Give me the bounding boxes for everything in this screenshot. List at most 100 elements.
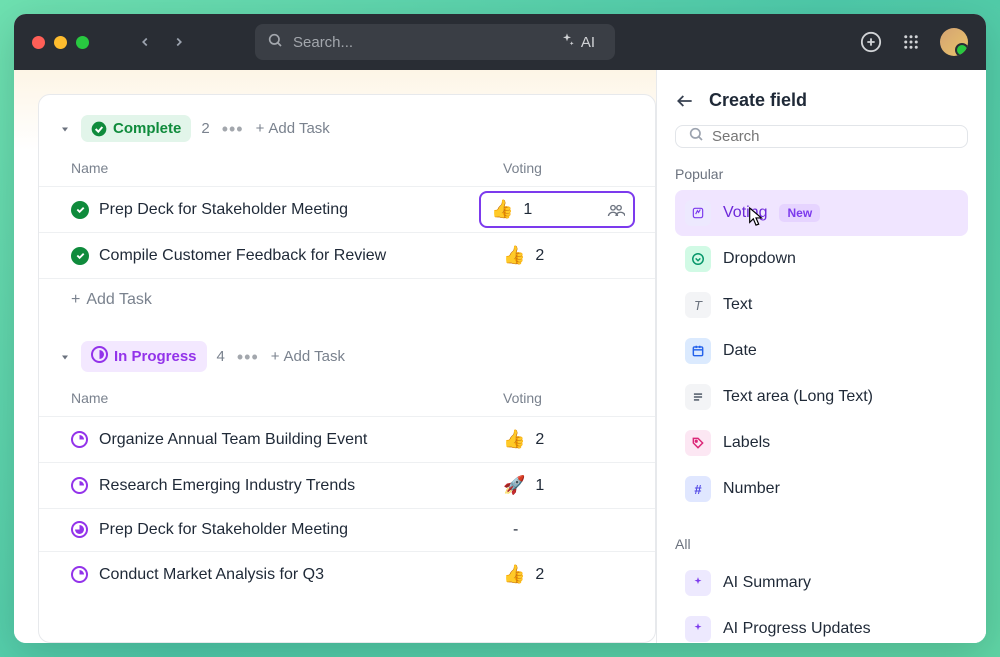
window-controls [32,36,89,49]
plus-icon: + [71,291,80,309]
field-type-label: AI Progress Updates [723,620,871,638]
titlebar: Search... AI [14,14,986,70]
collapse-toggle[interactable] [59,351,71,363]
close-window-button[interactable] [32,36,45,49]
field-search-input[interactable] [712,128,955,145]
task-row[interactable]: Compile Customer Feedback for Review 👍 2 [39,232,655,278]
field-type-ai-progress[interactable]: AI Progress Updates [675,606,968,643]
field-type-label: Text [723,296,752,314]
group-count: 2 [201,120,209,137]
group-menu-button[interactable]: ••• [235,348,261,366]
collapse-toggle[interactable] [59,123,71,135]
status-label: In Progress [114,348,197,365]
status-pill-complete[interactable]: Complete [81,115,191,142]
col-voting-header[interactable]: Voting [503,390,635,406]
col-voting-header[interactable]: Voting [503,160,635,176]
global-search[interactable]: Search... AI [255,24,615,60]
field-search[interactable] [675,125,968,148]
voting-cell[interactable]: 🚀 1 [503,475,635,496]
group-menu-button[interactable]: ••• [220,120,246,138]
panel-title: Create field [709,90,807,111]
text-field-icon: T [685,292,711,318]
add-task-button[interactable]: + Add Task [271,348,345,365]
task-row[interactable]: Prep Deck for Stakeholder Meeting - [39,508,655,551]
field-type-label: Number [723,480,780,498]
panel-header: Create field [675,90,968,111]
create-field-panel: Create field Popular Voting New [656,70,986,643]
back-button[interactable] [675,91,695,111]
ai-field-icon [685,570,711,596]
field-type-label: AI Summary [723,574,811,592]
task-name: Prep Deck for Stakeholder Meeting [99,201,479,219]
add-task-button[interactable]: + Add Task [256,120,330,137]
section-popular-label: Popular [675,166,968,182]
vote-emoji: 🚀 [503,475,525,496]
plus-icon: + [256,120,265,137]
new-badge: New [779,204,820,222]
vote-count: 1 [535,477,544,495]
field-type-label: Labels [723,434,770,452]
maximize-window-button[interactable] [76,36,89,49]
field-type-textarea[interactable]: Text area (Long Text) [675,374,968,420]
task-row[interactable]: Research Emerging Industry Trends 🚀 1 [39,462,655,508]
voting-field-icon [685,200,711,226]
progress-icon [71,477,89,495]
task-name: Research Emerging Industry Trends [99,477,503,495]
app-window: Search... AI [14,14,986,643]
field-type-label: Text area (Long Text) [723,388,873,406]
field-type-ai-summary[interactable]: AI Summary [675,560,968,606]
voting-cell[interactable]: 👍 1 [479,191,635,228]
task-name: Conduct Market Analysis for Q3 [99,566,503,584]
vote-count: 2 [535,431,544,449]
field-type-dropdown[interactable]: Dropdown [675,236,968,282]
add-task-label: Add Task [268,120,329,137]
task-list-card: Complete 2 ••• + Add Task Name Voting [38,94,656,643]
task-row[interactable]: Conduct Market Analysis for Q3 👍 2 [39,551,655,597]
col-name-header[interactable]: Name [71,390,503,406]
progress-icon [71,431,89,449]
voting-cell[interactable]: - [503,521,635,539]
field-type-text[interactable]: T Text [675,282,968,328]
nav-back-button[interactable] [131,28,159,56]
progress-icon [71,566,89,584]
field-type-number[interactable]: # Number [675,466,968,512]
task-name: Prep Deck for Stakeholder Meeting [99,521,503,539]
section-all-label: All [675,536,968,552]
add-task-row[interactable]: + Add Task [39,278,655,321]
voting-cell[interactable]: 👍 2 [503,245,635,266]
task-row[interactable]: Prep Deck for Stakeholder Meeting 👍 1 [39,186,655,232]
titlebar-right [860,28,968,56]
field-type-voting[interactable]: Voting New [675,190,968,236]
vote-count: 2 [535,247,544,265]
ai-button[interactable]: AI [551,28,603,56]
user-avatar[interactable] [940,28,968,56]
status-pill-in-progress[interactable]: In Progress [81,341,207,372]
group-in-progress: In Progress 4 ••• + Add Task Name Voting [39,341,655,597]
column-headers: Name Voting [39,156,655,186]
col-name-header[interactable]: Name [71,160,503,176]
task-name: Organize Annual Team Building Event [99,431,503,449]
people-icon[interactable] [607,203,625,217]
status-check-icon [71,247,89,265]
field-type-labels[interactable]: Labels [675,420,968,466]
voting-cell[interactable]: 👍 2 [503,429,635,450]
vote-emoji: 👍 [503,245,525,266]
vote-count: 2 [535,566,544,584]
number-field-icon: # [685,476,711,502]
vote-emoji: 👍 [491,199,513,220]
field-type-label: Voting [723,204,767,222]
sparkle-icon [559,32,575,52]
vote-emoji: 👍 [503,429,525,450]
add-button[interactable] [860,31,882,53]
apps-grid-icon[interactable] [900,31,922,53]
task-row[interactable]: Organize Annual Team Building Event 👍 2 [39,416,655,462]
voting-cell[interactable]: 👍 2 [503,564,635,585]
minimize-window-button[interactable] [54,36,67,49]
nav-forward-button[interactable] [165,28,193,56]
vote-count: 1 [523,201,532,219]
labels-field-icon [685,430,711,456]
group-complete: Complete 2 ••• + Add Task Name Voting [39,115,655,321]
status-check-icon [71,201,89,219]
field-type-date[interactable]: Date [675,328,968,374]
check-circle-icon [91,121,107,137]
